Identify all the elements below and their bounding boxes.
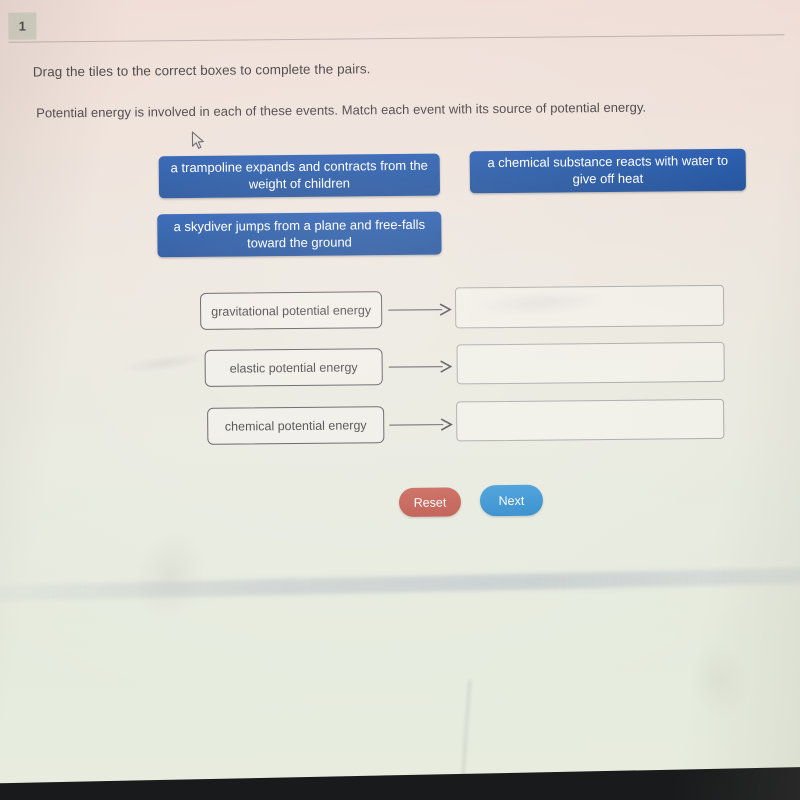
question-number-label: 1	[18, 18, 27, 34]
next-button[interactable]: Next	[479, 484, 544, 517]
draggable-tile-trampoline[interactable]: a trampoline expands and contracts from …	[158, 153, 441, 199]
arrow-icon-row1	[388, 303, 452, 316]
instruction-secondary: Potential energy is involved in each of …	[36, 99, 647, 121]
quiz-screen: 1 Drag the tiles to the correct boxes to…	[0, 0, 800, 800]
draggable-tile-skydiver[interactable]: a skydiver jumps from a plane and free-f…	[157, 211, 442, 258]
photographed-screen: 1 Drag the tiles to the correct boxes to…	[0, 0, 800, 800]
question-number-badge: 1	[8, 12, 37, 40]
drop-target-chemical[interactable]	[456, 398, 725, 442]
category-label-elastic: elastic potential energy	[204, 348, 383, 387]
arrow-pointer-icon	[191, 131, 204, 149]
drop-target-gravitational[interactable]	[454, 284, 725, 329]
instruction-primary: Drag the tiles to the correct boxes to c…	[32, 61, 371, 80]
arrow-icon-row3	[389, 418, 453, 431]
header-divider	[8, 34, 785, 43]
category-label-gravitational: gravitational potential energy	[199, 291, 383, 330]
drop-target-elastic[interactable]	[456, 341, 725, 385]
arrow-icon-row2	[388, 360, 453, 373]
category-label-chemical: chemical potential energy	[207, 406, 385, 445]
reset-button[interactable]: Reset	[398, 487, 462, 518]
draggable-tile-chemical[interactable]: a chemical substance reacts with water t…	[469, 148, 747, 194]
